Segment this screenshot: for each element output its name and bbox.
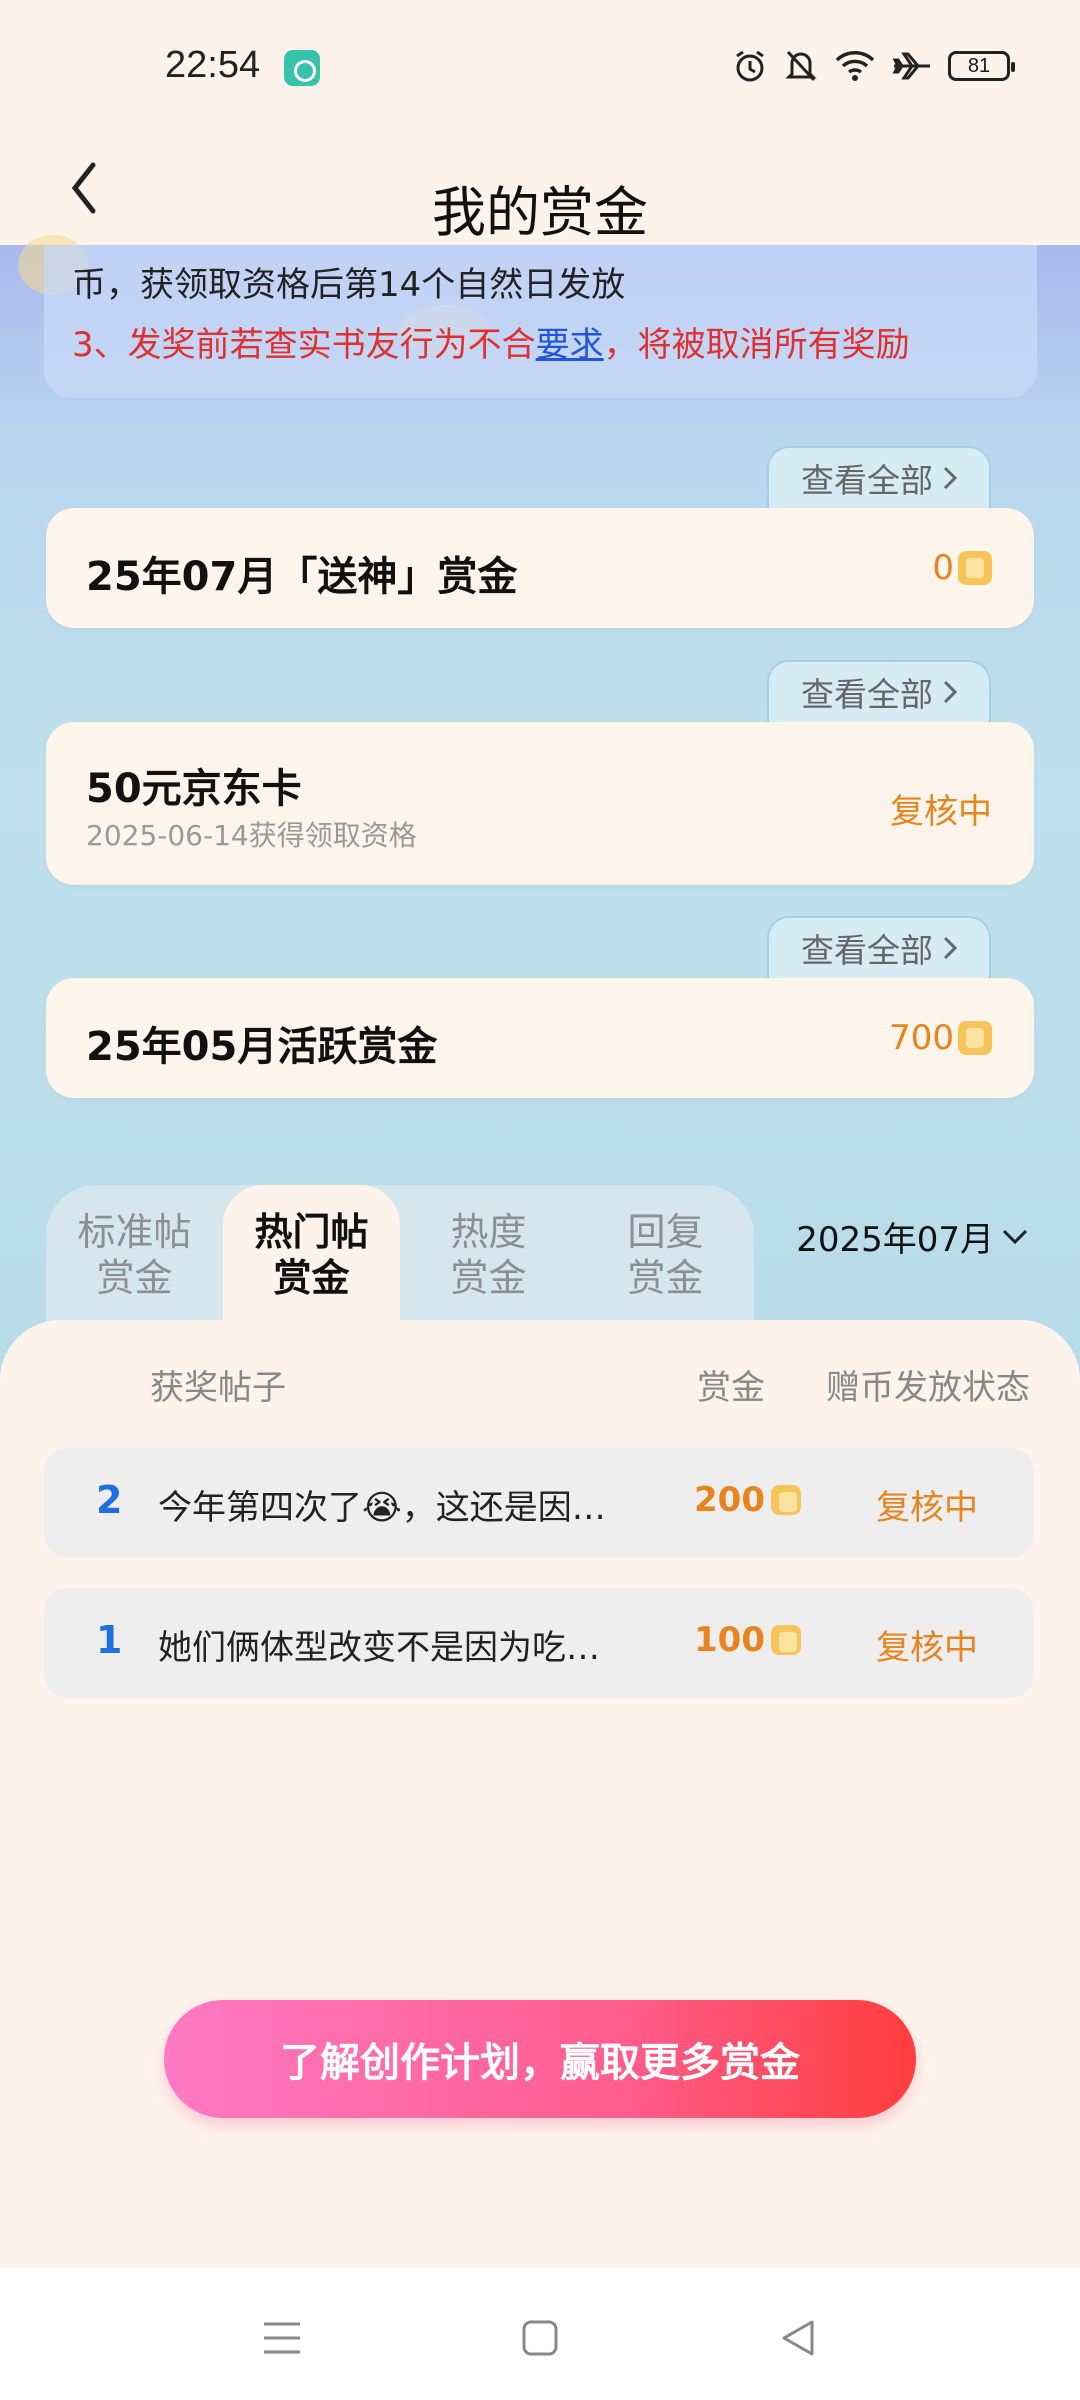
row-amount-text: 200 [694, 1480, 765, 1520]
card-status-text: 复核中 [890, 792, 992, 832]
bounty-card[interactable]: 25年07月「送神」赏金 0 [46, 508, 1034, 628]
row-title: 今年第四次了😭，这还是因… [158, 1488, 606, 1528]
month-label: 2025年07月 [796, 1220, 994, 1260]
view-all-label: 查看全部 [801, 461, 933, 500]
rule-warning-suffix: ，将被取消所有奖励 [603, 325, 910, 365]
row-rank: 2 [96, 1478, 123, 1522]
mute-icon [785, 50, 817, 82]
tab-label: 回复 [627, 1210, 704, 1254]
menu-nav-button[interactable] [252, 2308, 312, 2368]
view-all-button[interactable]: 查看全部 [767, 916, 991, 978]
status-icons: 81 [732, 46, 1015, 86]
home-nav-button[interactable] [510, 2308, 570, 2368]
table-row[interactable]: 1 她们俩体型改变不是因为吃… 100 复核中 [44, 1588, 1034, 1698]
card-title: 25年07月「送神」赏金 [86, 554, 518, 600]
row-title: 她们俩体型改变不是因为吃… [158, 1628, 600, 1668]
view-all-label: 查看全部 [801, 931, 933, 970]
row-rank: 1 [96, 1618, 123, 1662]
battery-icon: 81 [948, 51, 1015, 81]
app-header: 我的赏金 [0, 130, 1080, 245]
card-value: 700 [889, 1018, 992, 1058]
system-nav-bar [0, 2268, 1080, 2400]
column-header-reward: 赏金 [697, 1368, 765, 1408]
menu-icon [264, 2322, 300, 2354]
back-nav-button[interactable] [768, 2308, 828, 2368]
tab-label: 赏金 [273, 1256, 350, 1300]
chevron-down-icon [1002, 1229, 1028, 1244]
bounty-card[interactable]: 25年05月活跃赏金 700 [46, 978, 1034, 1098]
back-triangle-icon [782, 2320, 814, 2356]
tab-popularity[interactable]: 热度 赏金 [400, 1185, 577, 1325]
row-status: 复核中 [876, 1488, 978, 1528]
card-value-text: 700 [889, 1018, 954, 1058]
tab-label: 标准帖 [77, 1210, 192, 1254]
view-all-label: 查看全部 [801, 675, 933, 714]
card-value: 0 [932, 548, 992, 588]
row-amount: 100 [694, 1620, 801, 1660]
month-selector[interactable]: 2025年07月 [796, 1212, 1028, 1261]
coin-icon [770, 1485, 801, 1515]
app-notification-icon [284, 50, 320, 86]
column-header-status: 赠币发放状态 [826, 1368, 1030, 1408]
alarm-icon [736, 50, 764, 82]
row-amount: 200 [694, 1480, 801, 1520]
tab-reply[interactable]: 回复 赏金 [577, 1185, 754, 1325]
chevron-right-icon [943, 680, 957, 704]
column-header-post: 获奖帖子 [150, 1368, 286, 1408]
coin-icon [958, 1021, 992, 1055]
rule-warning-prefix: 3、发奖前若查实书友行为不合 [72, 325, 536, 365]
tab-label: 热度 [450, 1210, 527, 1254]
tab-label: 赏金 [96, 1256, 173, 1300]
card-subtitle: 2025-06-14获得领取资格 [86, 819, 417, 852]
page-title: 我的赏金 [432, 181, 648, 244]
tab-label: 赏金 [627, 1256, 704, 1300]
coin-icon [958, 551, 992, 585]
wifi-icon [835, 51, 875, 81]
rule-warning: 3、发奖前若查实书友行为不合要求，将被取消所有奖励 [72, 317, 910, 366]
coin-icon [770, 1625, 801, 1655]
rule-text: 币，获领取资格后第14个自然日发放 [72, 265, 626, 305]
chevron-right-icon [943, 466, 957, 490]
tab-label: 赏金 [450, 1256, 527, 1300]
card-title: 25年05月活跃赏金 [86, 1024, 438, 1070]
card-status: 复核中 [890, 784, 992, 833]
tab-standard-post[interactable]: 标准帖 赏金 [46, 1185, 223, 1325]
bounty-type-tabs: 标准帖 赏金 热门帖 赏金 热度 赏金 回复 赏金 [46, 1185, 754, 1325]
table-row[interactable]: 2 今年第四次了😭，这还是因… 200 复核中 [44, 1448, 1034, 1558]
home-square-icon [522, 2320, 558, 2356]
airplane-icon [892, 52, 930, 80]
bounty-list-panel: 获奖帖子 赏金 赠币发放状态 2 今年第四次了😭，这还是因… 200 复核中 1… [0, 1320, 1080, 2270]
chevron-right-icon [943, 936, 957, 960]
card-value-text: 0 [932, 548, 954, 588]
row-amount-text: 100 [694, 1620, 765, 1660]
row-status: 复核中 [876, 1628, 978, 1668]
view-all-button[interactable]: 查看全部 [767, 446, 991, 508]
view-all-button[interactable]: 查看全部 [767, 660, 991, 722]
requirements-link[interactable]: 要求 [536, 325, 604, 365]
status-time: 22:54 [165, 44, 261, 86]
tab-hot-post[interactable]: 热门帖 赏金 [223, 1185, 400, 1325]
tab-label: 热门帖 [254, 1210, 369, 1254]
creator-plan-button[interactable]: 了解创作计划，赢取更多赏金 [164, 2000, 916, 2118]
bounty-card[interactable]: 50元京东卡 2025-06-14获得领取资格 复核中 [46, 722, 1034, 885]
status-bar: 22:54 81 [0, 0, 1080, 130]
card-title: 50元京东卡 [86, 766, 302, 812]
rules-box: 币，获领取资格后第14个自然日发放 3、发奖前若查实书友行为不合要求，将被取消所… [44, 245, 1037, 398]
